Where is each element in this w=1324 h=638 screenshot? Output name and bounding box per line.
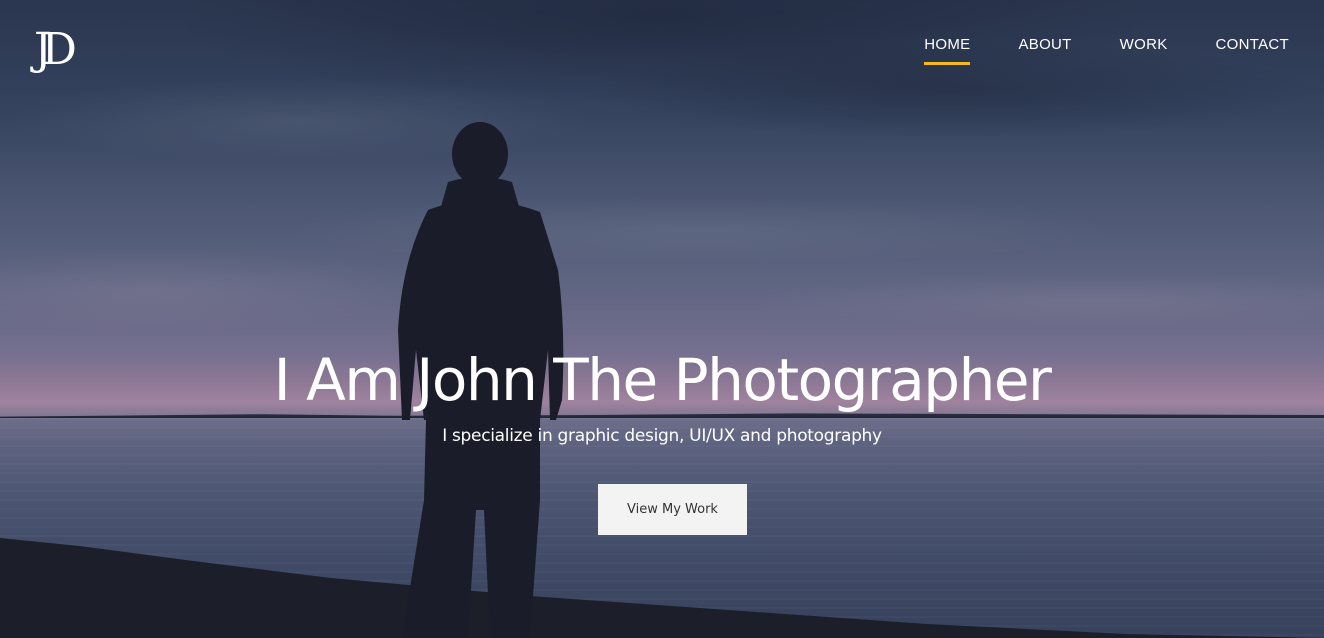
site-logo[interactable]: JD bbox=[34, 28, 77, 72]
nav-item-about[interactable]: ABOUT bbox=[1018, 36, 1071, 65]
hero-section: JD HOME ABOUT WORK CONTACT I Am John The… bbox=[0, 0, 1324, 638]
hero-subtitle: I specialize in graphic design, UI/UX an… bbox=[442, 426, 882, 446]
nav-item-home[interactable]: HOME bbox=[924, 36, 971, 65]
nav-item-contact[interactable]: CONTACT bbox=[1216, 36, 1289, 65]
nav-item-work[interactable]: WORK bbox=[1120, 36, 1168, 65]
hero-overlay bbox=[0, 0, 1324, 638]
hero-headline: I Am John The Photographer bbox=[273, 346, 1052, 414]
main-nav: HOME ABOUT WORK CONTACT bbox=[924, 36, 1289, 65]
view-my-work-button[interactable]: View My Work bbox=[598, 484, 747, 535]
